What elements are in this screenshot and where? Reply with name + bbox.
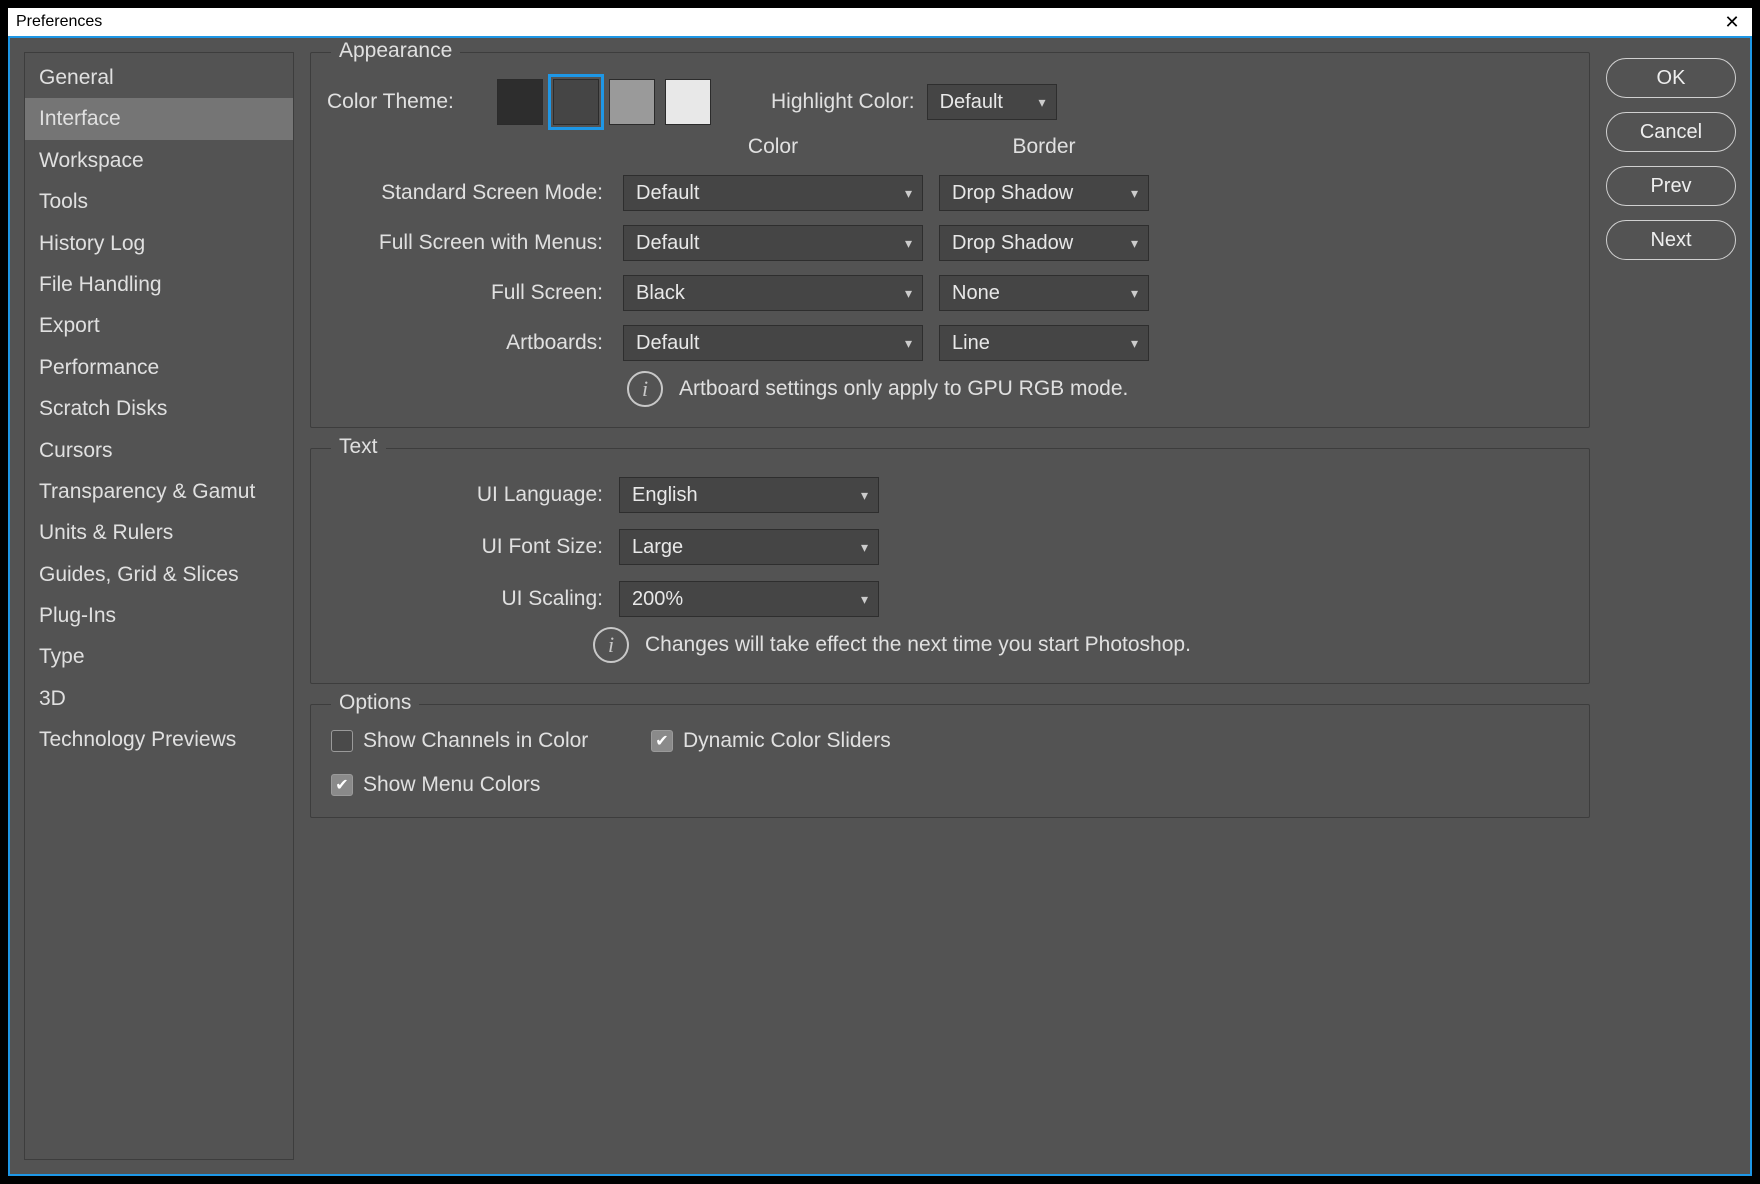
- text-info-row: i Changes will take effect the next time…: [593, 627, 1573, 663]
- option-checkbox-show-channels-in-color[interactable]: Show Channels in Color: [331, 729, 651, 753]
- options-body: Show Channels in Color ✔ Dynamic Color Sli…: [327, 729, 1573, 797]
- color-theme-swatch-2[interactable]: [609, 79, 655, 125]
- sidebar-item-file-handling[interactable]: File Handling: [25, 264, 293, 305]
- chevron-down-icon: ▾: [861, 539, 868, 556]
- sidebar: GeneralInterfaceWorkspaceToolsHistory Lo…: [24, 52, 294, 1160]
- prev-button[interactable]: Prev: [1606, 166, 1736, 206]
- screen-mode-label-3: Artboards:: [327, 331, 607, 355]
- highlight-color-value: Default: [940, 91, 1003, 114]
- sidebar-item-type[interactable]: Type: [25, 636, 293, 677]
- screen-mode-border-dropdown-0[interactable]: Drop Shadow▾: [939, 175, 1149, 211]
- chevron-down-icon: ▾: [905, 185, 912, 202]
- screen-modes-grid: Color Border Standard Screen Mode: Defaul…: [327, 135, 1573, 361]
- main-panel: Appearance Color Theme: Highlight Color:…: [310, 52, 1590, 1160]
- checkbox-label: Dynamic Color Sliders: [683, 729, 891, 753]
- border-column-header: Border: [939, 135, 1149, 161]
- option-checkbox-show-menu-colors[interactable]: ✔ Show Menu Colors: [331, 773, 651, 797]
- sidebar-item-technology-previews[interactable]: Technology Previews: [25, 719, 293, 760]
- checkbox-label: Show Channels in Color: [363, 729, 588, 753]
- cancel-button[interactable]: Cancel: [1606, 112, 1736, 152]
- screen-mode-color-dropdown-1[interactable]: Default▾: [623, 225, 923, 261]
- next-button[interactable]: Next: [1606, 220, 1736, 260]
- sidebar-item-workspace[interactable]: Workspace: [25, 140, 293, 181]
- chevron-down-icon: ▾: [1131, 285, 1138, 302]
- screen-mode-label-1: Full Screen with Menus:: [327, 231, 607, 255]
- chevron-down-icon: ▾: [905, 285, 912, 302]
- sidebar-item-plug-ins[interactable]: Plug-Ins: [25, 595, 293, 636]
- text-label-1: UI Font Size:: [327, 535, 607, 559]
- close-icon[interactable]: ✕: [1720, 12, 1744, 33]
- options-group: Options Show Channels in Color✔Dynamic C…: [310, 704, 1590, 818]
- sidebar-item-3d[interactable]: 3D: [25, 678, 293, 719]
- chevron-down-icon: ▾: [1131, 185, 1138, 202]
- color-theme-swatch-1[interactable]: [553, 79, 599, 125]
- text-dropdown-1[interactable]: Large▾: [619, 529, 879, 565]
- chevron-down-icon: ▾: [1131, 335, 1138, 352]
- highlight-color-label: Highlight Color:: [771, 90, 915, 114]
- sidebar-item-export[interactable]: Export: [25, 305, 293, 346]
- text-dropdown-2[interactable]: 200%▾: [619, 581, 879, 617]
- text-legend: Text: [331, 435, 386, 459]
- sidebar-item-interface[interactable]: Interface: [25, 98, 293, 139]
- chevron-down-icon: ▾: [1039, 94, 1046, 111]
- chevron-down-icon: ▾: [861, 487, 868, 504]
- checkbox-label: Show Menu Colors: [363, 773, 540, 797]
- chevron-down-icon: ▾: [905, 335, 912, 352]
- appearance-info-row: i Artboard settings only apply to GPU RG…: [627, 371, 1573, 407]
- screen-mode-label-0: Standard Screen Mode:: [327, 181, 607, 205]
- sidebar-item-performance[interactable]: Performance: [25, 347, 293, 388]
- screen-mode-label-2: Full Screen:: [327, 281, 607, 305]
- sidebar-item-cursors[interactable]: Cursors: [25, 430, 293, 471]
- chevron-down-icon: ▾: [861, 591, 868, 608]
- text-info-text: Changes will take effect the next time y…: [645, 633, 1191, 657]
- titlebar: Preferences ✕: [8, 8, 1752, 36]
- text-group: Text UI Language:English▾UI Font Size:La…: [310, 448, 1590, 684]
- sidebar-item-scratch-disks[interactable]: Scratch Disks: [25, 388, 293, 429]
- appearance-legend: Appearance: [331, 39, 460, 63]
- window-title: Preferences: [16, 13, 102, 31]
- sidebar-item-units-rulers[interactable]: Units & Rulers: [25, 512, 293, 553]
- text-label-0: UI Language:: [327, 483, 607, 507]
- dialog-body: GeneralInterfaceWorkspaceToolsHistory Lo…: [8, 36, 1752, 1176]
- color-theme-swatches: [497, 79, 711, 125]
- screen-mode-color-dropdown-0[interactable]: Default▾: [623, 175, 923, 211]
- screen-mode-color-dropdown-3[interactable]: Default▾: [623, 325, 923, 361]
- dialog-buttons: OK Cancel Prev Next: [1606, 52, 1736, 1160]
- highlight-color-dropdown[interactable]: Default ▾: [927, 84, 1057, 120]
- info-icon: i: [593, 627, 629, 663]
- screen-mode-color-dropdown-2[interactable]: Black▾: [623, 275, 923, 311]
- sidebar-item-history-log[interactable]: History Log: [25, 223, 293, 264]
- chevron-down-icon: ▾: [905, 235, 912, 252]
- color-column-header: Color: [623, 135, 923, 161]
- info-icon: i: [627, 371, 663, 407]
- color-theme-swatch-3[interactable]: [665, 79, 711, 125]
- appearance-group: Appearance Color Theme: Highlight Color:…: [310, 52, 1590, 428]
- preferences-window: Preferences ✕ GeneralInterfaceWorkspaceT…: [8, 8, 1752, 1176]
- sidebar-item-transparency-gamut[interactable]: Transparency & Gamut: [25, 471, 293, 512]
- color-theme-swatch-0[interactable]: [497, 79, 543, 125]
- text-grid: UI Language: English▾ UI Font Size: Large▾ U…: [327, 477, 1573, 617]
- sidebar-item-general[interactable]: General: [25, 57, 293, 98]
- color-theme-label: Color Theme:: [327, 90, 477, 114]
- appearance-info-text: Artboard settings only apply to GPU RGB …: [679, 377, 1128, 401]
- checkbox-icon: [331, 730, 353, 752]
- screen-mode-border-dropdown-3[interactable]: Line▾: [939, 325, 1149, 361]
- chevron-down-icon: ▾: [1131, 235, 1138, 252]
- text-label-2: UI Scaling:: [327, 587, 607, 611]
- options-legend: Options: [331, 691, 419, 715]
- ok-button[interactable]: OK: [1606, 58, 1736, 98]
- screen-mode-border-dropdown-2[interactable]: None▾: [939, 275, 1149, 311]
- text-dropdown-0[interactable]: English▾: [619, 477, 879, 513]
- option-checkbox-dynamic-color-sliders[interactable]: ✔ Dynamic Color Sliders: [651, 729, 1573, 753]
- screen-mode-border-dropdown-1[interactable]: Drop Shadow▾: [939, 225, 1149, 261]
- checkbox-icon: ✔: [331, 774, 353, 796]
- checkbox-icon: ✔: [651, 730, 673, 752]
- sidebar-item-tools[interactable]: Tools: [25, 181, 293, 222]
- sidebar-item-guides-grid-slices[interactable]: Guides, Grid & Slices: [25, 554, 293, 595]
